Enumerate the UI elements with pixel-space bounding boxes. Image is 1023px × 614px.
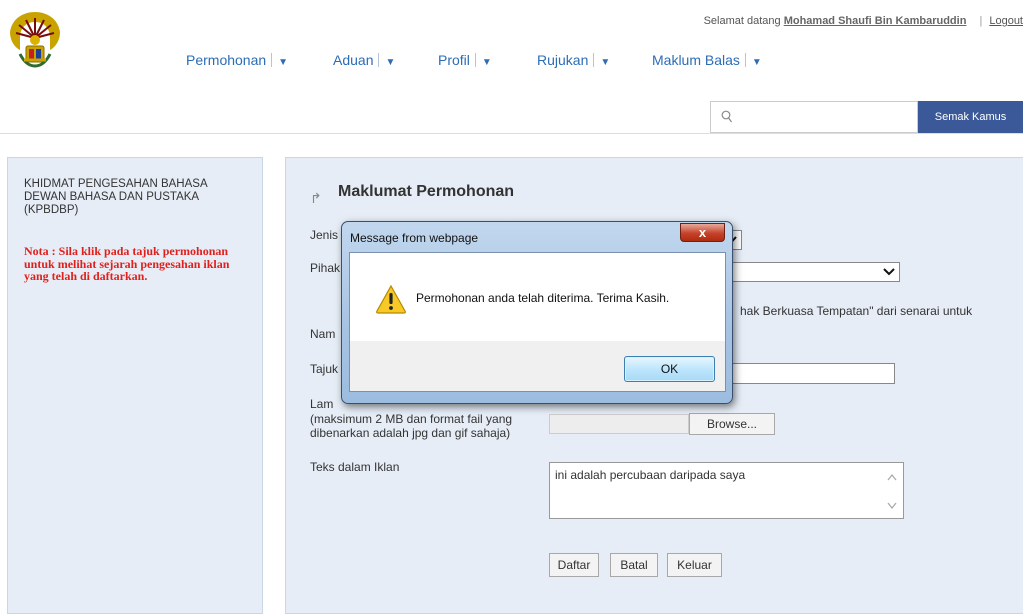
sidebar-panel: [7, 157, 263, 614]
jenis-label: Jenis: [310, 228, 339, 242]
lampiran-note-2: dibenarkan adalah jpg dan gif sahaja): [310, 426, 511, 440]
pihak-label: Pihak: [310, 261, 341, 275]
welcome-separator: |: [979, 15, 983, 27]
search-icon: [721, 110, 732, 123]
keluar-button[interactable]: Keluar: [667, 553, 722, 577]
semak-kamus-button[interactable]: Semak Kamus: [918, 101, 1023, 133]
dialog-title: Message from webpage: [350, 231, 479, 245]
file-path-field[interactable]: [549, 414, 689, 434]
lampiran-note-1: (maksimum 2 MB dan format fail yang: [310, 412, 513, 426]
scroll-down-icon[interactable]: [887, 502, 897, 510]
user-name-link[interactable]: Mohamad Shaufi Bin Kambaruddin: [784, 15, 967, 27]
tajuk-label: Tajuk: [310, 362, 339, 376]
teks-textarea[interactable]: ini adalah percubaan daripada saya: [549, 462, 904, 519]
search-input[interactable]: [739, 106, 909, 128]
welcome-bar: Selamat datang Mohamad Shaufi Bin Kambar…: [704, 15, 1023, 27]
pihak-help-text: hak Berkuasa Tempatan" dari senarai untu…: [740, 304, 973, 318]
logout-link[interactable]: Logout: [989, 15, 1023, 27]
close-button[interactable]: x: [680, 223, 725, 242]
batal-button[interactable]: Batal: [610, 553, 658, 577]
pihak-select[interactable]: [720, 262, 900, 282]
warning-icon: [376, 284, 406, 314]
chevron-down-icon: [883, 268, 895, 276]
nav-maklum-balas[interactable]: Maklum Balas ▼: [652, 52, 762, 68]
chevron-down-icon: ▼: [751, 57, 762, 68]
dialog-message: Permohonan anda telah diterima. Terima K…: [416, 291, 670, 305]
lampiran-label: Lam: [310, 397, 334, 411]
ok-button[interactable]: OK: [624, 356, 715, 382]
chevron-down-icon: ▼: [385, 57, 396, 68]
scroll-up-icon[interactable]: [887, 473, 897, 481]
search-field[interactable]: [710, 101, 918, 133]
dialog-body: Permohonan anda telah diterima. Terima K…: [349, 252, 726, 392]
nav-rujukan[interactable]: Rujukan ▼: [537, 52, 610, 68]
daftar-button[interactable]: Daftar: [549, 553, 599, 577]
chevron-down-icon: ▼: [278, 57, 289, 68]
nama-label: Nam: [310, 327, 336, 341]
message-dialog: Message from webpage x Permohonan anda t…: [341, 221, 733, 404]
nav-aduan[interactable]: Aduan ▼: [333, 52, 395, 68]
teks-label: Teks dalam Iklan: [310, 460, 400, 474]
nav-permohonan[interactable]: Permohonan ▼: [186, 52, 288, 68]
crest-logo: [10, 12, 60, 68]
welcome-text: Selamat datang: [703, 15, 781, 27]
nav-profil[interactable]: Profil ▼: [438, 52, 492, 68]
header-divider: [0, 133, 1023, 134]
sidebar-title: KHIDMAT PENGESAHAN BAHASA DEWAN BAHASA D…: [24, 178, 207, 216]
chevron-down-icon: ▼: [481, 57, 492, 68]
corner-arrow-icon: ↱: [310, 190, 322, 206]
chevron-down-icon: ▼: [600, 57, 611, 68]
teks-value: ini adalah percubaan daripada saya: [555, 468, 746, 482]
sidebar-note: Nota : Sila klik pada tajuk permohonan u…: [24, 244, 230, 283]
browse-button[interactable]: Browse...: [689, 413, 775, 435]
page-title: Maklumat Permohonan: [338, 183, 515, 200]
tajuk-input[interactable]: [720, 363, 895, 384]
